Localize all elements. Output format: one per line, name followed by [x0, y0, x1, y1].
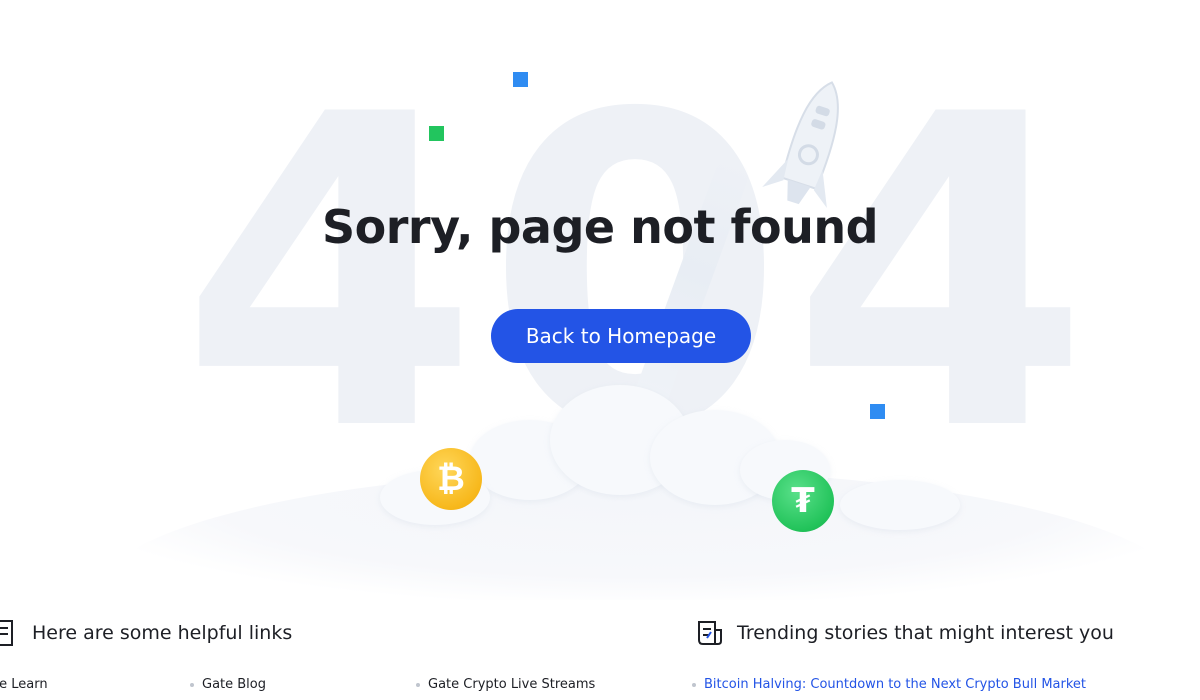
background-digit-4-left: 4	[180, 25, 479, 525]
back-to-homepage-button[interactable]: Back to Homepage	[491, 309, 751, 363]
bullet-icon	[692, 682, 696, 687]
tether-coin-icon: ₮	[772, 470, 834, 532]
decorative-square-blue-right	[870, 404, 885, 419]
decorative-square-green	[429, 126, 444, 141]
bullet-icon	[190, 682, 194, 687]
decorative-square-blue-top	[513, 72, 528, 87]
trending-stories-title: Trending stories that might interest you	[737, 622, 1114, 644]
story-bitcoin-halving[interactable]: Bitcoin Halving: Countdown to the Next C…	[692, 677, 1086, 692]
news-icon	[698, 621, 722, 645]
link-label: te Learn	[0, 677, 48, 692]
link-gate-learn[interactable]: te Learn	[0, 677, 48, 692]
helpful-links-heading: Here are some helpful links	[0, 618, 292, 648]
page-title: Sorry, page not found	[321, 200, 879, 254]
link-gate-blog[interactable]: Gate Blog	[190, 677, 266, 692]
trending-stories-heading: Trending stories that might interest you	[697, 618, 1114, 648]
cloud	[840, 480, 960, 530]
story-label: Bitcoin Halving: Countdown to the Next C…	[704, 677, 1087, 692]
helpful-links-title: Here are some helpful links	[32, 622, 293, 644]
bullet-icon	[416, 682, 420, 687]
not-found-page: 4 0 4 ₿ ₮ Sorry, page not found Back to …	[0, 0, 1200, 700]
bitcoin-coin-icon: ₿	[420, 448, 482, 510]
link-list-icon	[0, 620, 13, 646]
link-label: Gate Blog	[202, 677, 267, 692]
link-label: Gate Crypto Live Streams	[428, 677, 596, 692]
link-gate-crypto-live-streams[interactable]: Gate Crypto Live Streams	[416, 677, 595, 692]
